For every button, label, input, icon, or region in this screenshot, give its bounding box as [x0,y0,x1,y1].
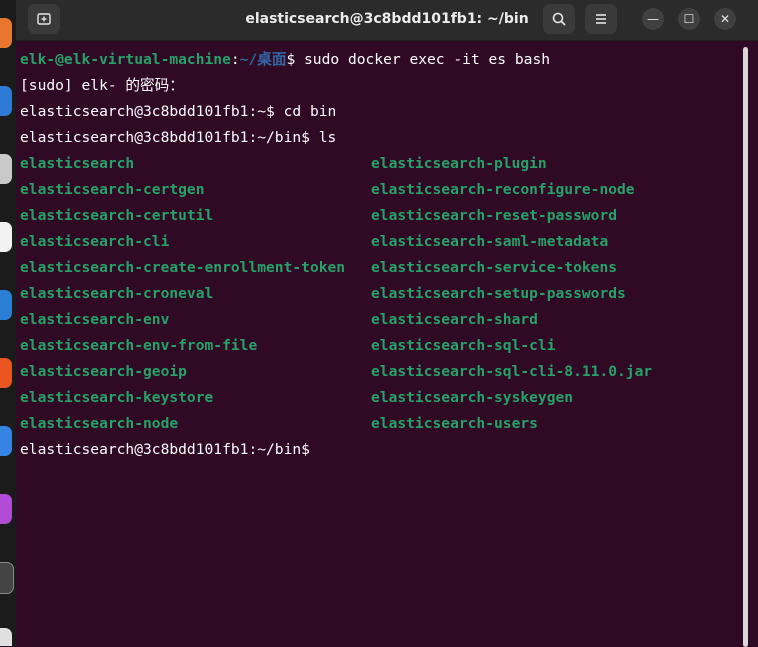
ls-entry: elasticsearch-keystore [20,389,214,406]
minimize-button[interactable]: — [642,8,664,30]
ls-row: elasticsearch-create-enrollment-token ela… [20,255,617,281]
final-prompt: elasticsearch@3c8bdd101fb1:~/bin$ [20,441,310,458]
ls-row: elasticsearch-geoip elasticsearch-sql-cli… [20,359,652,385]
maximize-icon: ☐ [683,12,695,26]
new-tab-button[interactable] [28,4,60,34]
ls-row: elasticsearch-node elasticsearch-users [20,411,538,437]
prompt-user-host: elk-@elk-virtual-machine [20,51,231,68]
terminal-output[interactable]: elk-@elk-virtual-machine:~/桌面$ sudo dock… [16,41,746,646]
ls-entry: elasticsearch-shard [371,311,538,328]
app-center-icon[interactable] [0,358,12,388]
software-icon[interactable] [0,290,12,320]
prompt-dollar: $ [286,51,305,68]
scrollbar-thumb[interactable] [743,47,748,647]
ls-row: elasticsearch-env elasticsearch-shard [20,307,538,333]
ls-entry: elasticsearch-env [20,311,170,328]
show-apps-icon[interactable] [0,628,12,646]
hamburger-menu-icon [596,14,606,24]
terminal-titlebar: elasticsearch@3c8bdd101fb1: ~/bin — ☐ ✕ [16,0,758,41]
ls-entry: elasticsearch-node [20,415,179,432]
command-text: sudo docker exec -it es bash [304,51,551,68]
writer-icon[interactable] [0,222,12,252]
ls-entry: elasticsearch-sql-cli [371,337,556,354]
close-icon: ✕ [719,12,731,26]
ls-entry: elasticsearch-sql-cli-8.11.0.jar [371,363,653,380]
ls-entry: elasticsearch-setup-passwords [371,285,626,302]
ls-entry: elasticsearch-plugin [371,155,547,172]
ls-entry: elasticsearch-geoip [20,363,187,380]
ls-entry: elasticsearch-cli [20,233,170,250]
firefox-icon[interactable] [0,18,12,48]
application-dock [0,0,16,646]
ls-entry: elasticsearch-certutil [20,207,214,224]
ls-row: elasticsearch-keystore elasticsearch-sysk… [20,385,573,411]
maximize-button[interactable]: ☐ [678,8,700,30]
prompt-separator: : [230,51,240,68]
thunderbird-icon[interactable] [0,86,12,116]
ls-row: elasticsearch elasticsearch-plugin [20,151,547,177]
help-icon[interactable] [0,426,12,456]
ls-entry: elasticsearch-saml-metadata [371,233,609,250]
search-icon [552,12,566,26]
ls-entry: elasticsearch-syskeygen [371,389,574,406]
app-icon[interactable] [0,494,12,524]
search-button[interactable] [543,4,575,34]
terminal-dock-icon[interactable] [0,562,14,594]
ls-entry: elasticsearch-reset-password [371,207,618,224]
prompt-line-1: elk-@elk-virtual-machine:~/桌面$ sudo dock… [20,47,550,73]
ls-entry: elasticsearch-croneval [20,285,214,302]
ls-entry: elasticsearch-certgen [20,181,205,198]
prompt-path: ~/桌面 [239,51,287,68]
ls-entry: elasticsearch-users [371,415,538,432]
ls-row: elasticsearch-croneval elasticsearch-setu… [20,281,626,307]
sudo-password-prompt: [sudo] elk- 的密码： [20,77,184,94]
prompt-line-2: elasticsearch@3c8bdd101fb1:~$ cd bin [20,103,337,120]
ls-entry: elasticsearch [20,155,135,172]
files-icon[interactable] [0,154,12,184]
ls-row: elasticsearch-cli elasticsearch-saml-meta… [20,229,608,255]
new-tab-icon [37,13,51,25]
prompt-line-3: elasticsearch@3c8bdd101fb1:~/bin$ ls [20,129,337,146]
ls-row: elasticsearch-certutil elasticsearch-rese… [20,203,617,229]
ls-row: elasticsearch-env-from-file elasticsearch… [20,333,556,359]
ls-entry: elasticsearch-create-enrollment-token [20,259,346,276]
menu-button[interactable] [585,4,617,34]
minimize-icon: — [647,12,659,26]
ls-entry: elasticsearch-service-tokens [371,259,618,276]
ls-entry: elasticsearch-reconfigure-node [371,181,635,198]
ls-entry: elasticsearch-env-from-file [20,337,258,354]
close-button[interactable]: ✕ [714,8,736,30]
ls-row: elasticsearch-certgen elasticsearch-recon… [20,177,635,203]
scrollbar[interactable] [741,41,753,647]
